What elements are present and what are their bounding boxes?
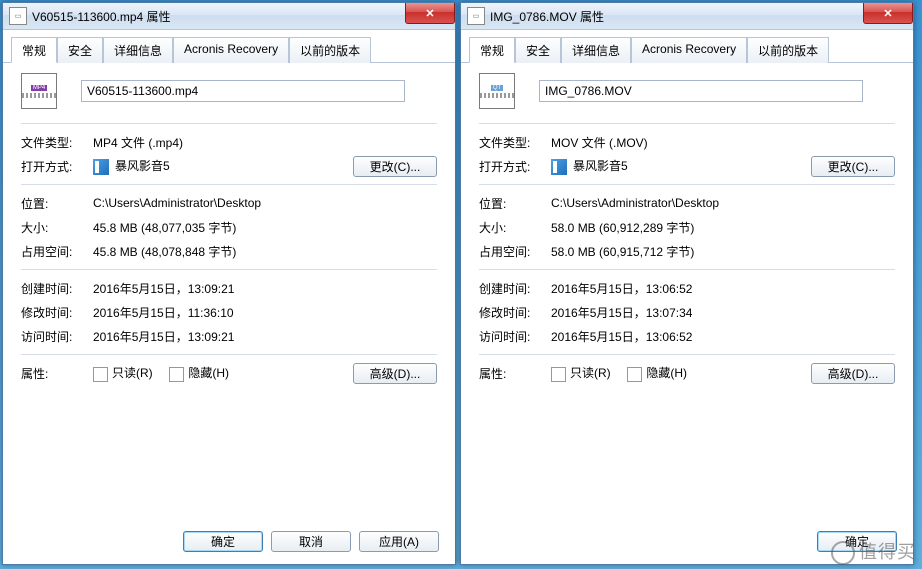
filetype-icon: MP4: [21, 73, 57, 109]
label-ondisk: 占用空间:: [21, 243, 93, 260]
tab-details[interactable]: 详细信息: [561, 37, 631, 63]
tabstrip: 常规 安全 详细信息 Acronis Recovery 以前的版本: [3, 30, 455, 63]
label-accessed: 访问时间:: [479, 328, 551, 345]
window-title: IMG_0786.MOV 属性: [490, 8, 604, 25]
general-panel: MP4 V60515-113600.mp4 文件类型:MP4 文件 (.mp4)…: [3, 63, 455, 543]
label-attributes: 属性:: [479, 365, 551, 382]
label-created: 创建时间:: [479, 280, 551, 297]
value-ondisk: 58.0 MB (60,915,712 字节): [551, 243, 895, 260]
ok-button[interactable]: 确定: [817, 531, 897, 552]
hidden-checkbox[interactable]: [169, 367, 184, 382]
readonly-label: 只读(R): [570, 366, 611, 380]
tab-general[interactable]: 常规: [469, 37, 515, 63]
app-icon: [551, 159, 567, 175]
value-openwith: 暴风影音5: [93, 157, 353, 175]
change-button[interactable]: 更改(C)...: [811, 156, 895, 177]
value-size: 45.8 MB (48,077,035 字节): [93, 219, 437, 236]
value-modified: 2016年5月15日，11:36:10: [93, 304, 437, 321]
label-created: 创建时间:: [21, 280, 93, 297]
value-modified: 2016年5月15日，13:07:34: [551, 304, 895, 321]
readonly-label: 只读(R): [112, 366, 153, 380]
label-openwith: 打开方式:: [21, 158, 93, 175]
app-icon: [93, 159, 109, 175]
label-location: 位置:: [21, 195, 93, 212]
titlebar[interactable]: ▭ IMG_0786.MOV 属性 ✕: [461, 3, 913, 30]
label-modified: 修改时间:: [21, 304, 93, 321]
tab-previous[interactable]: 以前的版本: [289, 37, 371, 63]
general-panel: QT IMG_0786.MOV 文件类型:MOV 文件 (.MOV) 打开方式:…: [461, 63, 913, 543]
readonly-checkbox[interactable]: [551, 367, 566, 382]
tab-acronis[interactable]: Acronis Recovery: [173, 37, 289, 63]
label-ondisk: 占用空间:: [479, 243, 551, 260]
filetype-icon: QT: [479, 73, 515, 109]
hidden-label: 隐藏(H): [646, 366, 687, 380]
value-created: 2016年5月15日，13:09:21: [93, 280, 437, 297]
label-size: 大小:: [479, 219, 551, 236]
cancel-button[interactable]: 取消: [271, 531, 351, 552]
value-location: C:\Users\Administrator\Desktop: [551, 196, 895, 210]
hidden-checkbox[interactable]: [627, 367, 642, 382]
value-size: 58.0 MB (60,912,289 字节): [551, 219, 895, 236]
value-location: C:\Users\Administrator\Desktop: [93, 196, 437, 210]
close-icon: ✕: [425, 7, 434, 20]
label-attributes: 属性:: [21, 365, 93, 382]
value-ondisk: 45.8 MB (48,078,848 字节): [93, 243, 437, 260]
value-accessed: 2016年5月15日，13:06:52: [551, 328, 895, 345]
window-title: V60515-113600.mp4 属性: [32, 8, 171, 25]
properties-dialog-right: ▭ IMG_0786.MOV 属性 ✕ 常规 安全 详细信息 Acronis R…: [460, 2, 914, 565]
titlebar[interactable]: ▭ V60515-113600.mp4 属性 ✕: [3, 3, 455, 30]
tab-security[interactable]: 安全: [515, 37, 561, 63]
value-filetype: MOV 文件 (.MOV): [551, 134, 895, 151]
properties-dialog-left: ▭ V60515-113600.mp4 属性 ✕ 常规 安全 详细信息 Acro…: [2, 2, 456, 565]
file-icon: ▭: [9, 7, 27, 25]
close-icon: ✕: [883, 7, 892, 20]
advanced-button[interactable]: 高级(D)...: [811, 363, 895, 384]
label-accessed: 访问时间:: [21, 328, 93, 345]
tab-details[interactable]: 详细信息: [103, 37, 173, 63]
value-created: 2016年5月15日，13:06:52: [551, 280, 895, 297]
tab-general[interactable]: 常规: [11, 37, 57, 63]
tab-previous[interactable]: 以前的版本: [747, 37, 829, 63]
button-bar: 确定 取消 应用(A): [183, 531, 439, 552]
change-button[interactable]: 更改(C)...: [353, 156, 437, 177]
label-openwith: 打开方式:: [479, 158, 551, 175]
value-filetype: MP4 文件 (.mp4): [93, 134, 437, 151]
readonly-checkbox[interactable]: [93, 367, 108, 382]
close-button[interactable]: ✕: [405, 3, 455, 24]
tab-security[interactable]: 安全: [57, 37, 103, 63]
label-location: 位置:: [479, 195, 551, 212]
ok-button[interactable]: 确定: [183, 531, 263, 552]
label-modified: 修改时间:: [479, 304, 551, 321]
close-button[interactable]: ✕: [863, 3, 913, 24]
apply-button[interactable]: 应用(A): [359, 531, 439, 552]
tab-acronis[interactable]: Acronis Recovery: [631, 37, 747, 63]
hidden-label: 隐藏(H): [188, 366, 229, 380]
filename-input[interactable]: V60515-113600.mp4: [81, 80, 405, 102]
tabstrip: 常规 安全 详细信息 Acronis Recovery 以前的版本: [461, 30, 913, 63]
value-openwith: 暴风影音5: [551, 157, 811, 175]
filename-input[interactable]: IMG_0786.MOV: [539, 80, 863, 102]
value-accessed: 2016年5月15日，13:09:21: [93, 328, 437, 345]
advanced-button[interactable]: 高级(D)...: [353, 363, 437, 384]
label-filetype: 文件类型:: [479, 134, 551, 151]
label-size: 大小:: [21, 219, 93, 236]
file-icon: ▭: [467, 7, 485, 25]
button-bar: 确定: [817, 531, 897, 552]
label-filetype: 文件类型:: [21, 134, 93, 151]
